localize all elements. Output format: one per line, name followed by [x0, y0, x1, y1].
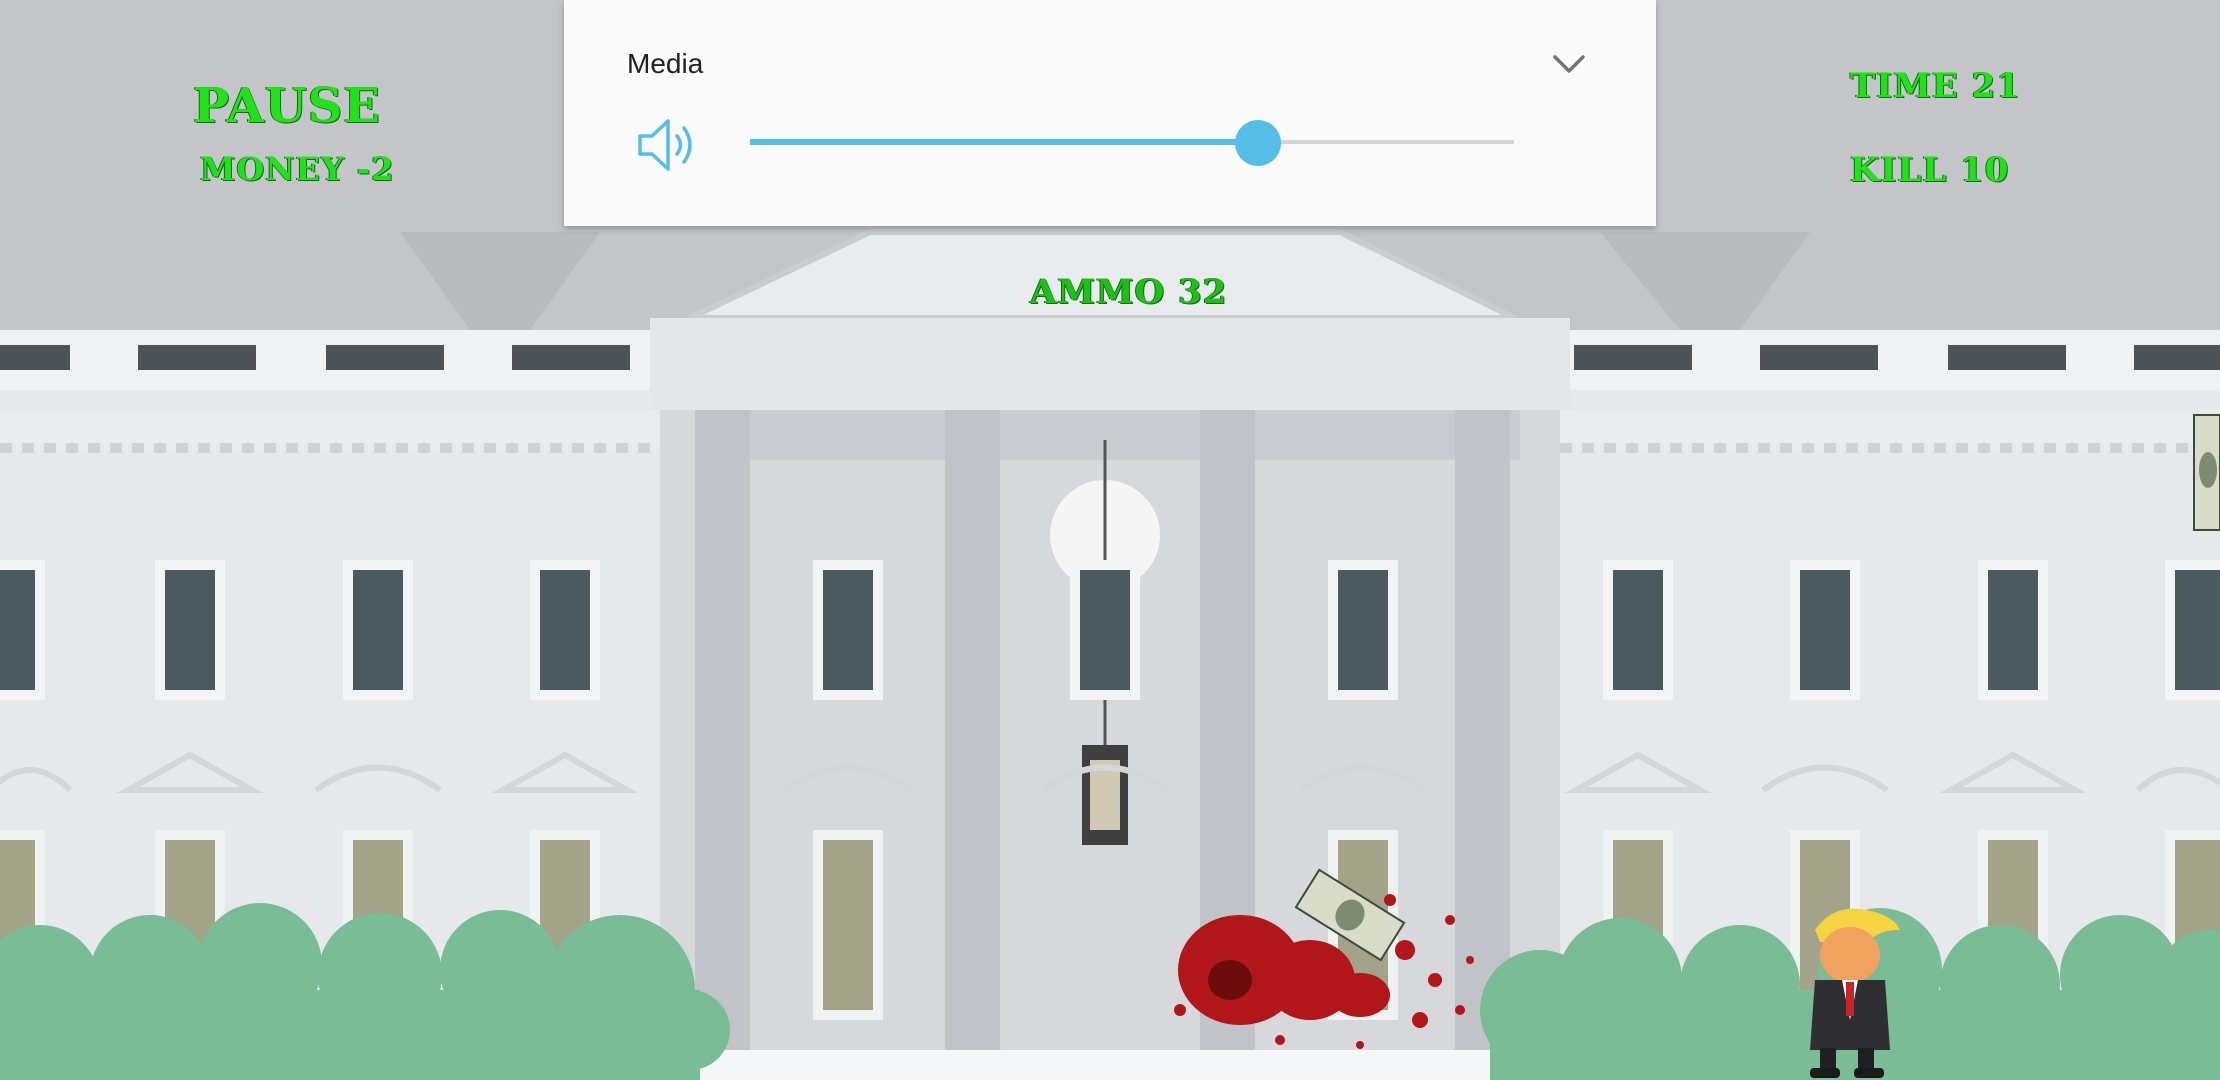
panel-title: Media: [627, 48, 704, 79]
dollar-bill: [1294, 868, 1406, 962]
volume-slider[interactable]: [750, 120, 1514, 166]
trump-character[interactable]: [1780, 900, 1910, 1080]
ammo-counter: AMMO 32: [1030, 272, 1228, 312]
media-volume-panel: Media: [564, 0, 1656, 226]
kill-counter: KILL 10: [1850, 150, 2010, 190]
slider-thumb[interactable]: [1235, 120, 1282, 166]
money-counter: MONEY -2: [200, 150, 395, 188]
time-counter: TIME 21: [1850, 66, 2021, 106]
speaker-icon[interactable]: [636, 116, 700, 174]
slider-fill: [750, 139, 1259, 145]
pause-button[interactable]: PAUSE: [193, 78, 381, 134]
dollar-bill: [2193, 414, 2220, 531]
chevron-down-icon[interactable]: [1552, 52, 1586, 76]
